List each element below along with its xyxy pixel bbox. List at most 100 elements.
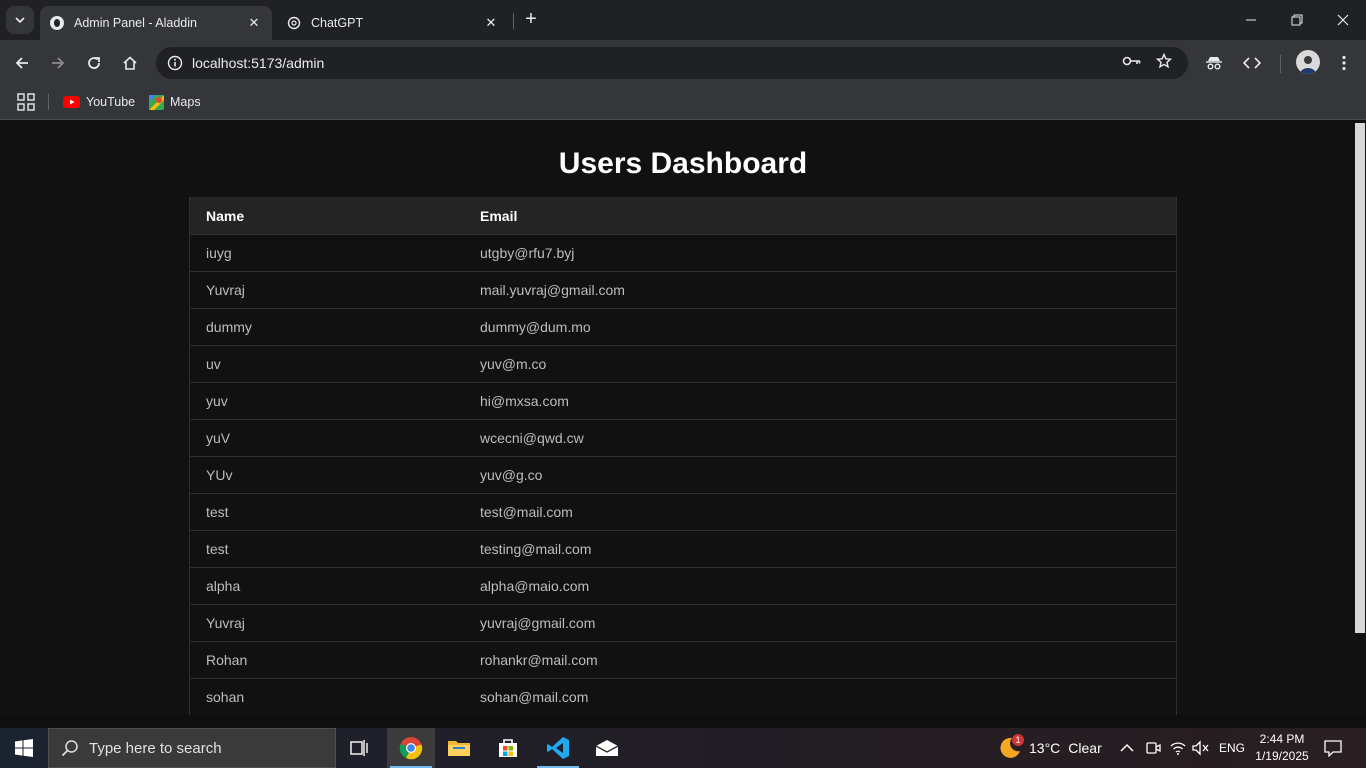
bookmarks-bar: YouTube Maps bbox=[0, 86, 1366, 120]
user-name-cell: uv bbox=[206, 356, 221, 372]
user-email-cell: test@mail.com bbox=[480, 504, 573, 520]
volume-button[interactable] bbox=[1192, 728, 1210, 768]
notifications-button[interactable] bbox=[1324, 728, 1342, 768]
task-view-button[interactable] bbox=[336, 728, 384, 768]
language-text: ENG bbox=[1219, 741, 1246, 755]
apps-grid-icon[interactable] bbox=[17, 93, 35, 111]
arrow-right-icon bbox=[52, 57, 65, 69]
user-name-cell: yuV bbox=[206, 430, 231, 446]
arrow-left-icon bbox=[15, 57, 28, 69]
meet-now-button[interactable] bbox=[1145, 728, 1161, 768]
new-tab-button[interactable]: + bbox=[520, 8, 542, 30]
tab-search-button[interactable] bbox=[6, 6, 34, 34]
tab-title: ChatGPT bbox=[311, 16, 364, 30]
table-row: Yuvraj yuvraj@gmail.com bbox=[190, 604, 1176, 641]
taskbar-file-explorer[interactable] bbox=[435, 728, 483, 768]
network-button[interactable] bbox=[1170, 728, 1186, 768]
clock[interactable]: 2:44 PM 1/19/2025 bbox=[1250, 731, 1314, 765]
tab-strip: Admin Panel - Aladdin ✕ ChatGPT ✕ + bbox=[0, 0, 1366, 40]
moon-weather-icon: 1 bbox=[996, 734, 1024, 761]
tab-chatgpt[interactable]: ChatGPT ✕ bbox=[277, 6, 509, 40]
bookmark-youtube[interactable]: YouTube bbox=[63, 91, 135, 113]
taskbar-search-box[interactable]: Type here to search bbox=[48, 728, 336, 768]
address-bar[interactable]: localhost:5173/admin bbox=[156, 47, 1188, 79]
user-name-cell: dummy bbox=[206, 319, 252, 335]
taskbar-edge bbox=[0, 715, 1366, 728]
table-row: yuV wcecni@qwd.cw bbox=[190, 419, 1176, 456]
language-indicator[interactable]: ENG bbox=[1219, 728, 1245, 768]
restore-button[interactable] bbox=[1274, 0, 1320, 40]
bookmark-label: Maps bbox=[170, 95, 201, 109]
page-title: Users Dashboard bbox=[558, 147, 808, 180]
weather-widget[interactable]: 1 13°C Clear bbox=[996, 728, 1102, 768]
close-icon[interactable]: ✕ bbox=[483, 15, 499, 31]
incognito-button[interactable] bbox=[1200, 49, 1228, 77]
site-info-icon[interactable] bbox=[158, 55, 192, 71]
tab-separator bbox=[513, 13, 514, 29]
user-name-cell: alpha bbox=[206, 578, 241, 594]
table-row: test testing@mail.com bbox=[190, 530, 1176, 567]
camera-icon bbox=[1146, 742, 1161, 754]
minimize-icon bbox=[1246, 19, 1256, 21]
start-button[interactable] bbox=[0, 728, 48, 768]
menu-button[interactable] bbox=[1330, 49, 1358, 77]
show-hidden-icons-button[interactable] bbox=[1120, 728, 1134, 768]
user-name-cell: yuv bbox=[206, 393, 228, 409]
time-text: 2:44 PM bbox=[1259, 732, 1305, 746]
home-button[interactable] bbox=[116, 49, 144, 77]
volume-muted-icon bbox=[1192, 740, 1209, 756]
reload-button[interactable] bbox=[80, 49, 108, 77]
user-email-cell: dummy@dum.mo bbox=[480, 319, 591, 335]
notification-icon bbox=[1324, 740, 1342, 757]
search-placeholder: Type here to search bbox=[89, 739, 222, 757]
table-row: sohan sohan@mail.com bbox=[190, 678, 1176, 715]
user-email-cell: alpha@maio.com bbox=[480, 578, 590, 594]
user-email-cell: sohan@mail.com bbox=[480, 689, 589, 705]
reload-icon bbox=[88, 57, 100, 69]
user-name-cell: sohan bbox=[206, 689, 245, 705]
user-email-cell: yuv@m.co bbox=[480, 356, 547, 372]
wifi-icon bbox=[1170, 742, 1186, 755]
incognito-icon bbox=[1206, 57, 1222, 70]
folder-icon bbox=[448, 741, 470, 756]
user-name-cell: test bbox=[206, 504, 229, 520]
user-name-cell: iuyg bbox=[206, 245, 232, 261]
table-row: Yuvraj mail.yuvraj@gmail.com bbox=[190, 271, 1176, 308]
devtools-button[interactable] bbox=[1238, 49, 1266, 77]
bookmarks-separator bbox=[48, 94, 49, 110]
bookmark-label: YouTube bbox=[86, 95, 136, 109]
taskbar-vscode[interactable] bbox=[534, 728, 582, 768]
table-row: dummy dummy@dum.mo bbox=[190, 308, 1176, 345]
url-text: localhost:5173/admin bbox=[192, 55, 325, 71]
youtube-icon bbox=[63, 96, 80, 108]
taskbar-store[interactable] bbox=[484, 728, 532, 768]
weather-temp: 13°C bbox=[1029, 740, 1061, 756]
user-email-cell: yuvraj@gmail.com bbox=[480, 615, 596, 631]
table-row: test test@mail.com bbox=[190, 493, 1176, 530]
tab-admin-panel[interactable]: Admin Panel - Aladdin ✕ bbox=[40, 6, 272, 40]
bookmark-star-button[interactable] bbox=[1150, 47, 1178, 75]
chatgpt-favicon-icon bbox=[287, 16, 301, 30]
page-scrollbar[interactable] bbox=[1354, 121, 1366, 715]
scrollbar-thumb[interactable] bbox=[1355, 123, 1365, 633]
close-icon[interactable]: ✕ bbox=[246, 15, 262, 31]
forward-button[interactable] bbox=[44, 49, 72, 77]
date-text: 1/19/2025 bbox=[1255, 749, 1309, 763]
restore-icon bbox=[1291, 14, 1303, 26]
taskbar-chrome[interactable] bbox=[387, 728, 435, 768]
back-button[interactable] bbox=[8, 49, 36, 77]
column-header-name: Name bbox=[206, 207, 245, 224]
taskbar-mail[interactable] bbox=[583, 728, 631, 768]
mail-icon bbox=[595, 740, 619, 756]
table-row: yuv hi@mxsa.com bbox=[190, 382, 1176, 419]
aladdin-favicon-icon bbox=[50, 16, 64, 30]
chrome-icon bbox=[399, 737, 423, 760]
key-icon bbox=[1122, 56, 1141, 66]
close-window-button[interactable] bbox=[1320, 0, 1366, 40]
bookmark-maps[interactable]: Maps bbox=[149, 91, 201, 113]
password-key-button[interactable] bbox=[1118, 47, 1146, 75]
user-email-cell: mail.yuvraj@gmail.com bbox=[480, 282, 625, 298]
minimize-button[interactable] bbox=[1228, 0, 1274, 40]
profile-avatar[interactable] bbox=[1296, 50, 1320, 74]
weather-condition: Clear bbox=[1068, 740, 1102, 756]
